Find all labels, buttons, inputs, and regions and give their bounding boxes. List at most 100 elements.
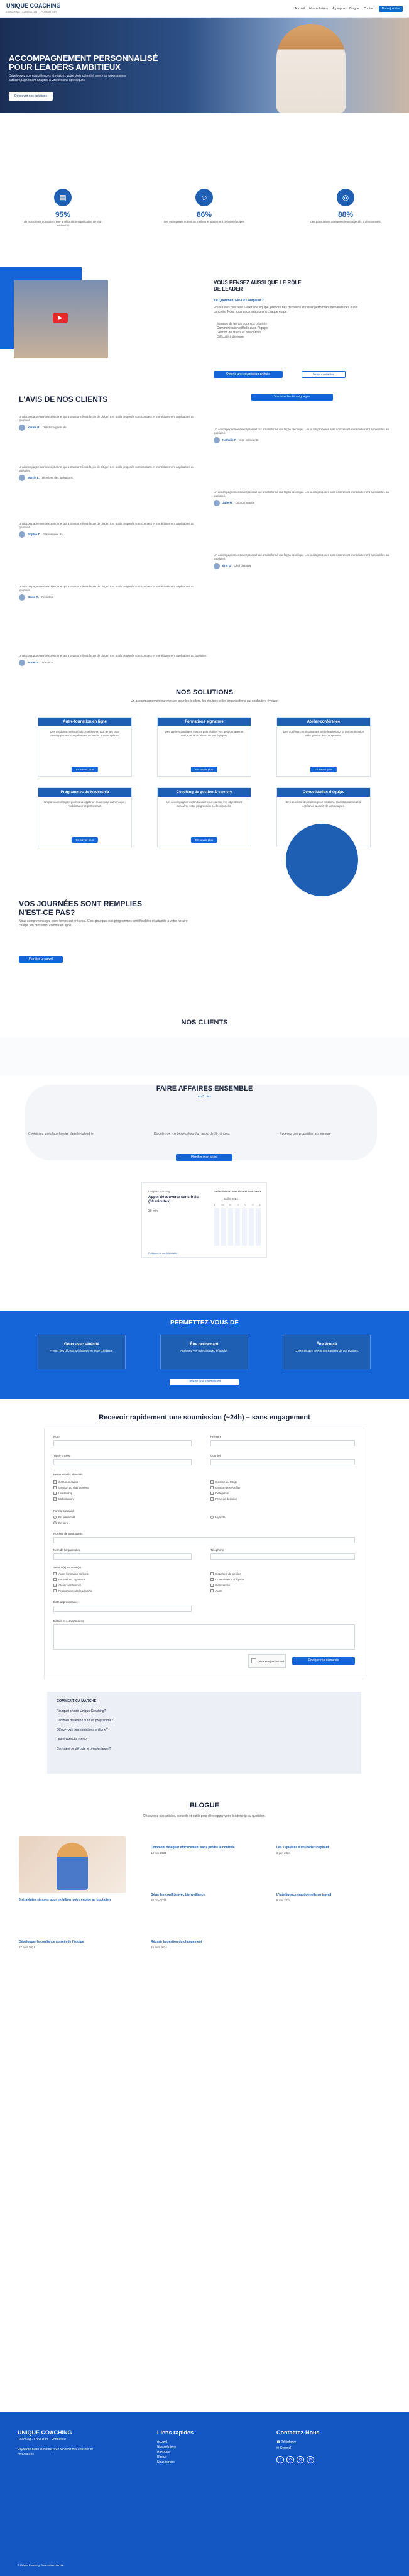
footer-link[interactable]: Nous joindre xyxy=(157,2460,176,2465)
planifier-button[interactable]: Planifier un appel xyxy=(19,956,63,963)
need-checkbox[interactable]: Mobilisation xyxy=(53,1497,74,1501)
footer-phone[interactable]: ☎ Téléphone xyxy=(276,2440,296,2445)
telephone-field[interactable] xyxy=(210,1553,355,1560)
service-checkbox[interactable]: Coaching de gestion xyxy=(210,1572,241,1575)
nav-link-solutions[interactable]: Nos solutions xyxy=(309,7,328,11)
format-radio[interactable]: En présentiel xyxy=(53,1516,75,1519)
footer-email[interactable]: ✉ Courriel xyxy=(276,2446,291,2451)
faq-item[interactable]: Pourquoi choisir Unique Coaching? xyxy=(57,1709,346,1714)
service-checkbox[interactable]: Autre-formation en ligne xyxy=(53,1572,89,1575)
contact-button[interactable]: Nous contacter xyxy=(302,371,346,378)
play-icon[interactable]: ▶ xyxy=(53,313,68,323)
blog-post[interactable]: Les 7 qualités d'un leader inspirant 2 ju… xyxy=(276,1846,383,1855)
stat-value: 88% xyxy=(337,210,354,219)
video-player[interactable]: ▶ xyxy=(14,280,108,358)
nav-link-apropos[interactable]: À propos xyxy=(332,7,345,11)
need-checkbox[interactable]: Délégation xyxy=(210,1492,229,1495)
permettez-button[interactable]: Obtenir une soumission xyxy=(170,1379,239,1385)
need-checkbox[interactable]: Gestion du temps xyxy=(210,1480,237,1484)
need-checkbox[interactable]: Prise de décision xyxy=(210,1497,237,1501)
blog-post-title[interactable]: Développer la confiance au sein de l'équ… xyxy=(19,1940,126,1945)
all-reviews-button[interactable]: Voir tous les témoignages xyxy=(251,394,333,401)
message-field[interactable] xyxy=(53,1624,355,1650)
blog-post-title[interactable]: Comment déléguer efficacement sans perdr… xyxy=(151,1846,258,1850)
instagram-icon[interactable]: ig xyxy=(297,2456,304,2463)
blog-featured-image[interactable] xyxy=(19,1836,126,1893)
nom-field[interactable] xyxy=(53,1440,192,1446)
card-button[interactable]: En savoir plus xyxy=(71,767,99,772)
card-button[interactable]: En savoir plus xyxy=(190,837,218,843)
faq-title: COMMENT ÇA MARCHE xyxy=(57,1699,97,1703)
nav-link-accueil[interactable]: Accueil xyxy=(295,7,305,11)
card-button[interactable]: En savoir plus xyxy=(190,767,218,772)
format-radio[interactable]: Hybride xyxy=(210,1516,226,1519)
service-checkbox[interactable]: Consolidation d'équipe xyxy=(210,1578,244,1581)
service-checkbox[interactable]: Conférence xyxy=(210,1584,230,1587)
footer-link[interactable]: Nos solutions xyxy=(157,2445,176,2450)
organisation-field[interactable] xyxy=(53,1553,192,1560)
blog-post[interactable]: L'intelligence émotionnelle au travail 8 … xyxy=(276,1893,383,1902)
faq-item[interactable]: Combien de temps dure un programme? xyxy=(57,1719,346,1723)
footer-link[interactable]: À propos xyxy=(157,2450,176,2455)
privacy-link[interactable]: Politique de confidentialité xyxy=(148,1251,177,1255)
blog-post[interactable]: Gérer les conflits avec bienveillance 20 … xyxy=(151,1893,258,1902)
logo[interactable]: UNIQUE COACHING COACHING · CONSULTANT · F… xyxy=(6,3,61,14)
need-checkbox[interactable]: Gestion des conflits xyxy=(210,1486,240,1489)
hero-button[interactable]: Découvrir nos solutions xyxy=(9,92,53,101)
footer-link[interactable]: Accueil xyxy=(157,2440,176,2445)
service-checkbox[interactable]: Atelier-conférence xyxy=(53,1584,82,1587)
card-button[interactable]: En savoir plus xyxy=(71,837,99,843)
blog-post-title[interactable]: L'intelligence émotionnelle au travail xyxy=(276,1893,383,1897)
faq-item[interactable]: Offrez-vous des formations en ligne? xyxy=(57,1728,346,1733)
faq-item[interactable]: Quels sont vos tarifs? xyxy=(57,1738,346,1742)
blog-post-title[interactable]: Les 7 qualités d'un leader inspirant xyxy=(276,1846,383,1850)
courriel-field[interactable] xyxy=(210,1459,355,1465)
service-checkbox[interactable]: Formations signature xyxy=(53,1578,85,1581)
journees-text: Nous comprenons que votre temps est préc… xyxy=(19,919,188,928)
titre-field[interactable] xyxy=(53,1459,192,1465)
review-author: Éric G. xyxy=(222,564,232,567)
card-title: Programmes de leadership xyxy=(38,788,131,797)
footer-link[interactable]: Blogue xyxy=(157,2455,176,2460)
need-checkbox[interactable]: Communication xyxy=(53,1480,78,1484)
faq-item[interactable]: Comment se déroule le premier appel? xyxy=(57,1747,346,1752)
blog-post-date: 15 avril 2024 xyxy=(151,1945,167,1949)
format-radio[interactable]: En ligne xyxy=(53,1521,68,1524)
footer-logo[interactable]: UNIQUE COACHING xyxy=(18,2429,72,2436)
field-label: Service(s) souhaité(s) xyxy=(53,1566,81,1569)
nav-cta-button[interactable]: Nous joindre xyxy=(378,5,403,12)
participants-field[interactable] xyxy=(53,1537,355,1543)
affaires-button[interactable]: Planifier mon appel xyxy=(176,1154,232,1161)
nav-link-blogue[interactable]: Blogue xyxy=(349,7,359,11)
blog-featured[interactable]: 5 stratégies simples pour mobiliser votr… xyxy=(19,1898,126,1904)
card-button[interactable]: En savoir plus xyxy=(310,767,337,772)
hero-subtitle: Développez vos compétences et réalisez v… xyxy=(9,74,126,82)
weekday: D xyxy=(259,1203,261,1206)
review-role: Directrice xyxy=(41,661,53,664)
blog-post[interactable]: Comment déléguer efficacement sans perdr… xyxy=(151,1846,258,1855)
blog-post[interactable]: Développer la confiance au sein de l'équ… xyxy=(19,1940,126,1950)
blog-featured-title[interactable]: 5 stratégies simples pour mobiliser votr… xyxy=(19,1898,126,1902)
nav-link-contact[interactable]: Contact xyxy=(364,7,374,11)
need-checkbox[interactable]: Gestion du changement xyxy=(53,1486,89,1489)
facebook-icon[interactable]: f xyxy=(276,2456,284,2463)
need-checkbox[interactable]: Leadership xyxy=(53,1492,72,1495)
prenom-field[interactable] xyxy=(210,1440,355,1446)
captcha-checkbox[interactable] xyxy=(251,1658,256,1663)
service-checkbox[interactable]: Programmes de leadership xyxy=(53,1589,92,1592)
blog-portrait xyxy=(57,1843,88,1890)
youtube-icon[interactable]: yt xyxy=(307,2456,314,2463)
booking-side-title: Sélectionnez une date et une heure xyxy=(214,1190,262,1193)
date-field[interactable] xyxy=(53,1606,192,1612)
blog-post-title[interactable]: Réussir la gestion du changement xyxy=(151,1940,258,1945)
soumission-button[interactable]: Obtenir une soumission gratuite xyxy=(214,371,283,378)
stat-text: des participants atteignent leurs object… xyxy=(310,220,381,223)
blog-post[interactable]: Réussir la gestion du changement 15 avril… xyxy=(151,1940,258,1950)
linkedin-icon[interactable]: in xyxy=(286,2456,294,2463)
submit-button[interactable]: Envoyer ma demande xyxy=(292,1657,355,1665)
captcha[interactable]: Je ne suis pas un robot xyxy=(248,1654,286,1668)
service-checkbox[interactable]: Autre xyxy=(210,1589,222,1592)
calendar-grid[interactable] xyxy=(214,1208,261,1246)
field-label: Titre/Fonction xyxy=(53,1454,71,1457)
blog-post-title[interactable]: Gérer les conflits avec bienveillance xyxy=(151,1893,258,1897)
